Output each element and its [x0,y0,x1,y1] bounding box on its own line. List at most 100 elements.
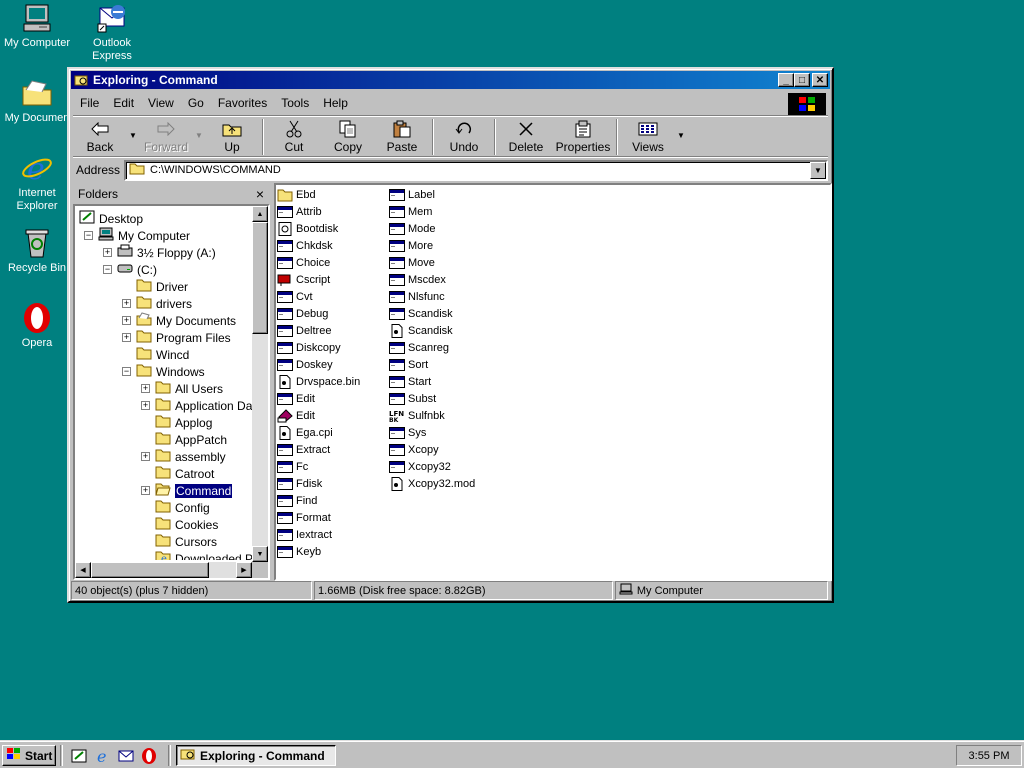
desktop-icon-internet-explorer[interactable]: e Internet Explorer [0,152,74,213]
file-item[interactable]: Ega.cpi [277,424,333,441]
views-dropdown[interactable]: ▼ [675,117,687,140]
file-item[interactable]: Deltree [277,322,331,339]
scroll-down-button[interactable]: ▼ [252,546,268,562]
file-item[interactable]: Extract [277,441,330,458]
file-item[interactable]: Fc [277,458,308,475]
expand-icon[interactable]: + [122,316,131,325]
minimize-button[interactable]: _ [778,73,794,87]
scroll-thumb[interactable] [252,222,268,334]
scroll-right-button[interactable]: ▶ [236,562,252,578]
tree-node[interactable]: Catroot [155,465,214,482]
cut-button[interactable]: Cut [267,117,321,154]
file-item[interactable]: Cscript [277,271,330,288]
tree-node[interactable]: Wincd [136,346,189,363]
file-item[interactable]: Diskcopy [277,339,341,356]
expand-icon[interactable]: + [141,384,150,393]
tree-node[interactable]: e Downloaded Prog [155,550,252,560]
tree-node[interactable]: + Program Files [122,329,231,346]
desktop-icon-outlook-express[interactable]: Outlook Express [75,2,149,63]
file-item[interactable]: Sys [389,424,426,441]
delete-button[interactable]: Delete [499,117,553,154]
close-button[interactable]: ✕ [812,73,828,87]
file-item[interactable]: Bootdisk [277,220,338,237]
tree-node[interactable]: +3½ Floppy (A:) [103,244,216,261]
file-item[interactable]: Edit [277,407,315,424]
scroll-thumb[interactable] [91,562,209,578]
tree-node[interactable]: + drivers [122,295,192,312]
menu-tools[interactable]: Tools [274,94,316,112]
file-item[interactable]: Scanreg [389,339,449,356]
file-item[interactable]: Drvspace.bin [277,373,360,390]
back-dropdown[interactable]: ▼ [127,117,139,140]
file-item[interactable]: Format [277,509,331,526]
file-item[interactable]: Scandisk [389,322,453,339]
tree-node[interactable]: Applog [155,414,212,431]
file-item[interactable]: Label [389,186,435,203]
file-item[interactable]: Chkdsk [277,237,333,254]
copy-button[interactable]: Copy [321,117,375,154]
collapse-icon[interactable]: − [103,265,112,274]
forward-button[interactable]: Forward [139,117,193,154]
tree-vertical-scrollbar[interactable]: ▲ ▼ [252,206,268,562]
file-item[interactable]: Choice [277,254,330,271]
file-item[interactable]: Iextract [277,526,332,543]
taskbar-button-exploring[interactable]: Exploring - Command [176,745,336,766]
scroll-up-button[interactable]: ▲ [252,206,268,222]
clock[interactable]: 3:55 PM [969,750,1010,762]
file-item[interactable]: Edit [277,390,315,407]
file-item[interactable]: Ebd [277,186,316,203]
file-item[interactable]: Mem [389,203,432,220]
tree-node[interactable]: − My Computer [84,227,190,244]
menu-file[interactable]: File [73,94,106,112]
up-button[interactable]: Up [205,117,259,154]
file-item[interactable]: Attrib [277,203,322,220]
file-item[interactable]: Scandisk [389,305,453,322]
file-item[interactable]: Mscdex [389,271,446,288]
address-field[interactable]: C:\WINDOWS\COMMAND ▼ [124,159,828,181]
file-item[interactable]: More [389,237,433,254]
desktop-icon-recycle-bin[interactable]: Recycle Bin [0,227,74,275]
tree-node[interactable]: Cookies [155,516,218,533]
file-item[interactable]: Doskey [277,356,333,373]
collapse-icon[interactable]: − [84,231,93,240]
file-item[interactable]: LFN BK Sulfnbk [389,407,445,424]
file-item[interactable]: Keyb [277,543,321,560]
file-item[interactable]: Nlsfunc [389,288,445,305]
address-dropdown[interactable]: ▼ [810,161,826,179]
menu-go[interactable]: Go [181,94,211,112]
tree-node[interactable]: + My Documents [122,312,236,329]
tree-node[interactable]: Driver [136,278,188,295]
tree-node[interactable]: + Command [141,482,234,499]
file-item[interactable]: Debug [277,305,328,322]
menu-favorites[interactable]: Favorites [211,94,274,112]
expand-icon[interactable]: + [141,486,150,495]
file-item[interactable]: Fdisk [277,475,322,492]
file-item[interactable]: Xcopy32 [389,458,451,475]
back-button[interactable]: Back [73,117,127,154]
desktop-icon-my-computer[interactable]: My Computer [0,2,74,50]
file-item[interactable]: Cvt [277,288,313,305]
undo-button[interactable]: Undo [437,117,491,154]
menu-edit[interactable]: Edit [106,94,141,112]
tree-node[interactable]: Config [155,499,210,516]
tree-node[interactable]: − Windows [122,363,205,380]
title-bar[interactable]: Exploring - Command _ □ ✕ [71,71,830,89]
quicklaunch-outlook-express[interactable] [117,747,135,765]
tree-node[interactable]: + Application Data [141,397,252,414]
tree-node[interactable]: − (C:) [103,261,157,278]
expand-icon[interactable]: + [141,401,150,410]
quicklaunch-show-desktop[interactable] [70,747,88,765]
file-item[interactable]: Move [389,254,435,271]
desktop-icon-opera[interactable]: Opera [0,302,74,350]
expand-icon[interactable]: + [122,333,131,342]
file-item[interactable]: Find [277,492,317,509]
tree-horizontal-scrollbar[interactable]: ◀ ▶ [75,562,252,578]
quicklaunch-internet-explorer[interactable]: e [94,747,112,766]
file-item[interactable]: Mode [389,220,436,237]
menu-view[interactable]: View [141,94,181,112]
start-button[interactable]: Start [2,745,56,766]
file-item[interactable]: Xcopy [389,441,439,458]
file-item[interactable]: Start [389,373,431,390]
scroll-left-button[interactable]: ◀ [75,562,91,578]
expand-icon[interactable]: + [122,299,131,308]
